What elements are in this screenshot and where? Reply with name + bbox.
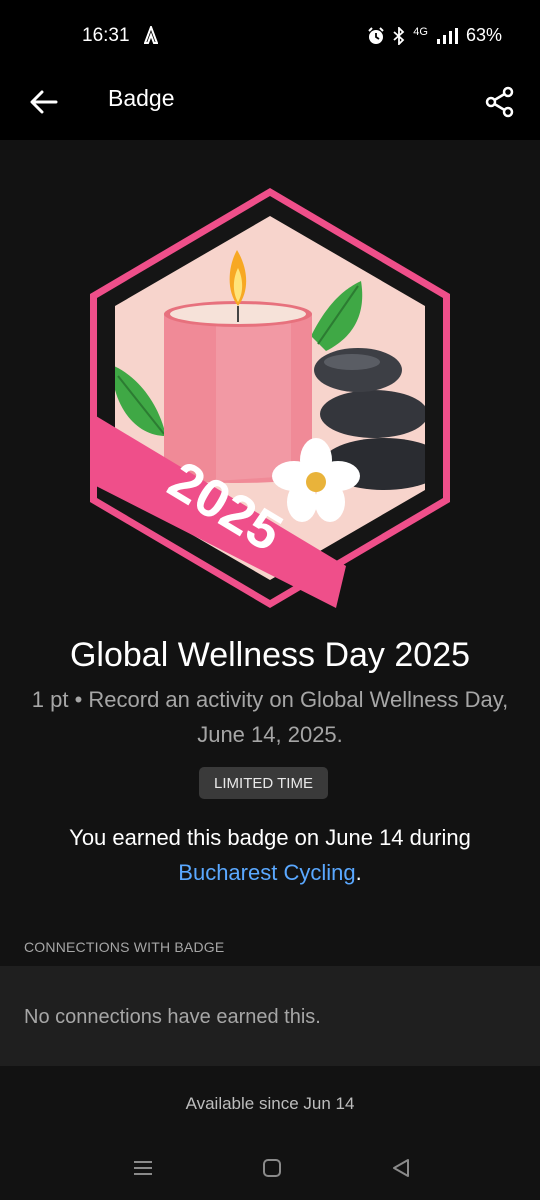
badge-image: 2025 bbox=[90, 188, 450, 608]
badge-description: 1 pt • Record an activity on Global Well… bbox=[31, 687, 509, 747]
available-since: Available since Jun 14 bbox=[185, 1094, 355, 1113]
recents-icon bbox=[134, 1161, 152, 1175]
share-icon bbox=[485, 86, 514, 118]
back-button[interactable] bbox=[24, 82, 64, 122]
badge-title: Global Wellness Day 2025 bbox=[69, 636, 471, 674]
activity-icon bbox=[143, 24, 159, 49]
alarm-icon bbox=[367, 26, 385, 45]
bluetooth-icon bbox=[393, 26, 405, 45]
limited-time-tag: LIMITED TIME bbox=[199, 767, 328, 799]
back-arrow-icon bbox=[30, 90, 58, 114]
page-title: Badge bbox=[108, 85, 175, 111]
signal-icon bbox=[436, 27, 458, 44]
back-icon bbox=[393, 1159, 409, 1177]
nav-back-button[interactable] bbox=[386, 1154, 416, 1182]
connections-empty-text: No connections have earned this. bbox=[24, 1006, 321, 1028]
connections-list: No connections have earned this. bbox=[0, 966, 540, 1066]
earned-text: You earned this badge on June 14 during … bbox=[20, 820, 520, 890]
connections-section-label: CONNECTIONS WITH BADGE bbox=[24, 939, 225, 955]
share-button[interactable] bbox=[478, 80, 522, 124]
earned-prefix: You earned this badge on June 14 during bbox=[69, 825, 471, 850]
home-icon bbox=[263, 1159, 281, 1177]
status-bar: 16:31 4G 63% bbox=[0, 0, 540, 72]
home-button[interactable] bbox=[257, 1154, 287, 1182]
system-nav-bar bbox=[0, 1134, 540, 1200]
network-type: 4G bbox=[413, 25, 428, 38]
battery-level: 63% bbox=[465, 25, 502, 45]
activity-link[interactable]: Bucharest Cycling bbox=[178, 860, 355, 885]
status-icons: 4G 63% bbox=[367, 25, 502, 46]
status-time: 16:31 bbox=[82, 25, 130, 46]
recents-button[interactable] bbox=[128, 1154, 158, 1182]
app-bar: Badge bbox=[0, 72, 540, 140]
earned-suffix: . bbox=[355, 860, 362, 885]
